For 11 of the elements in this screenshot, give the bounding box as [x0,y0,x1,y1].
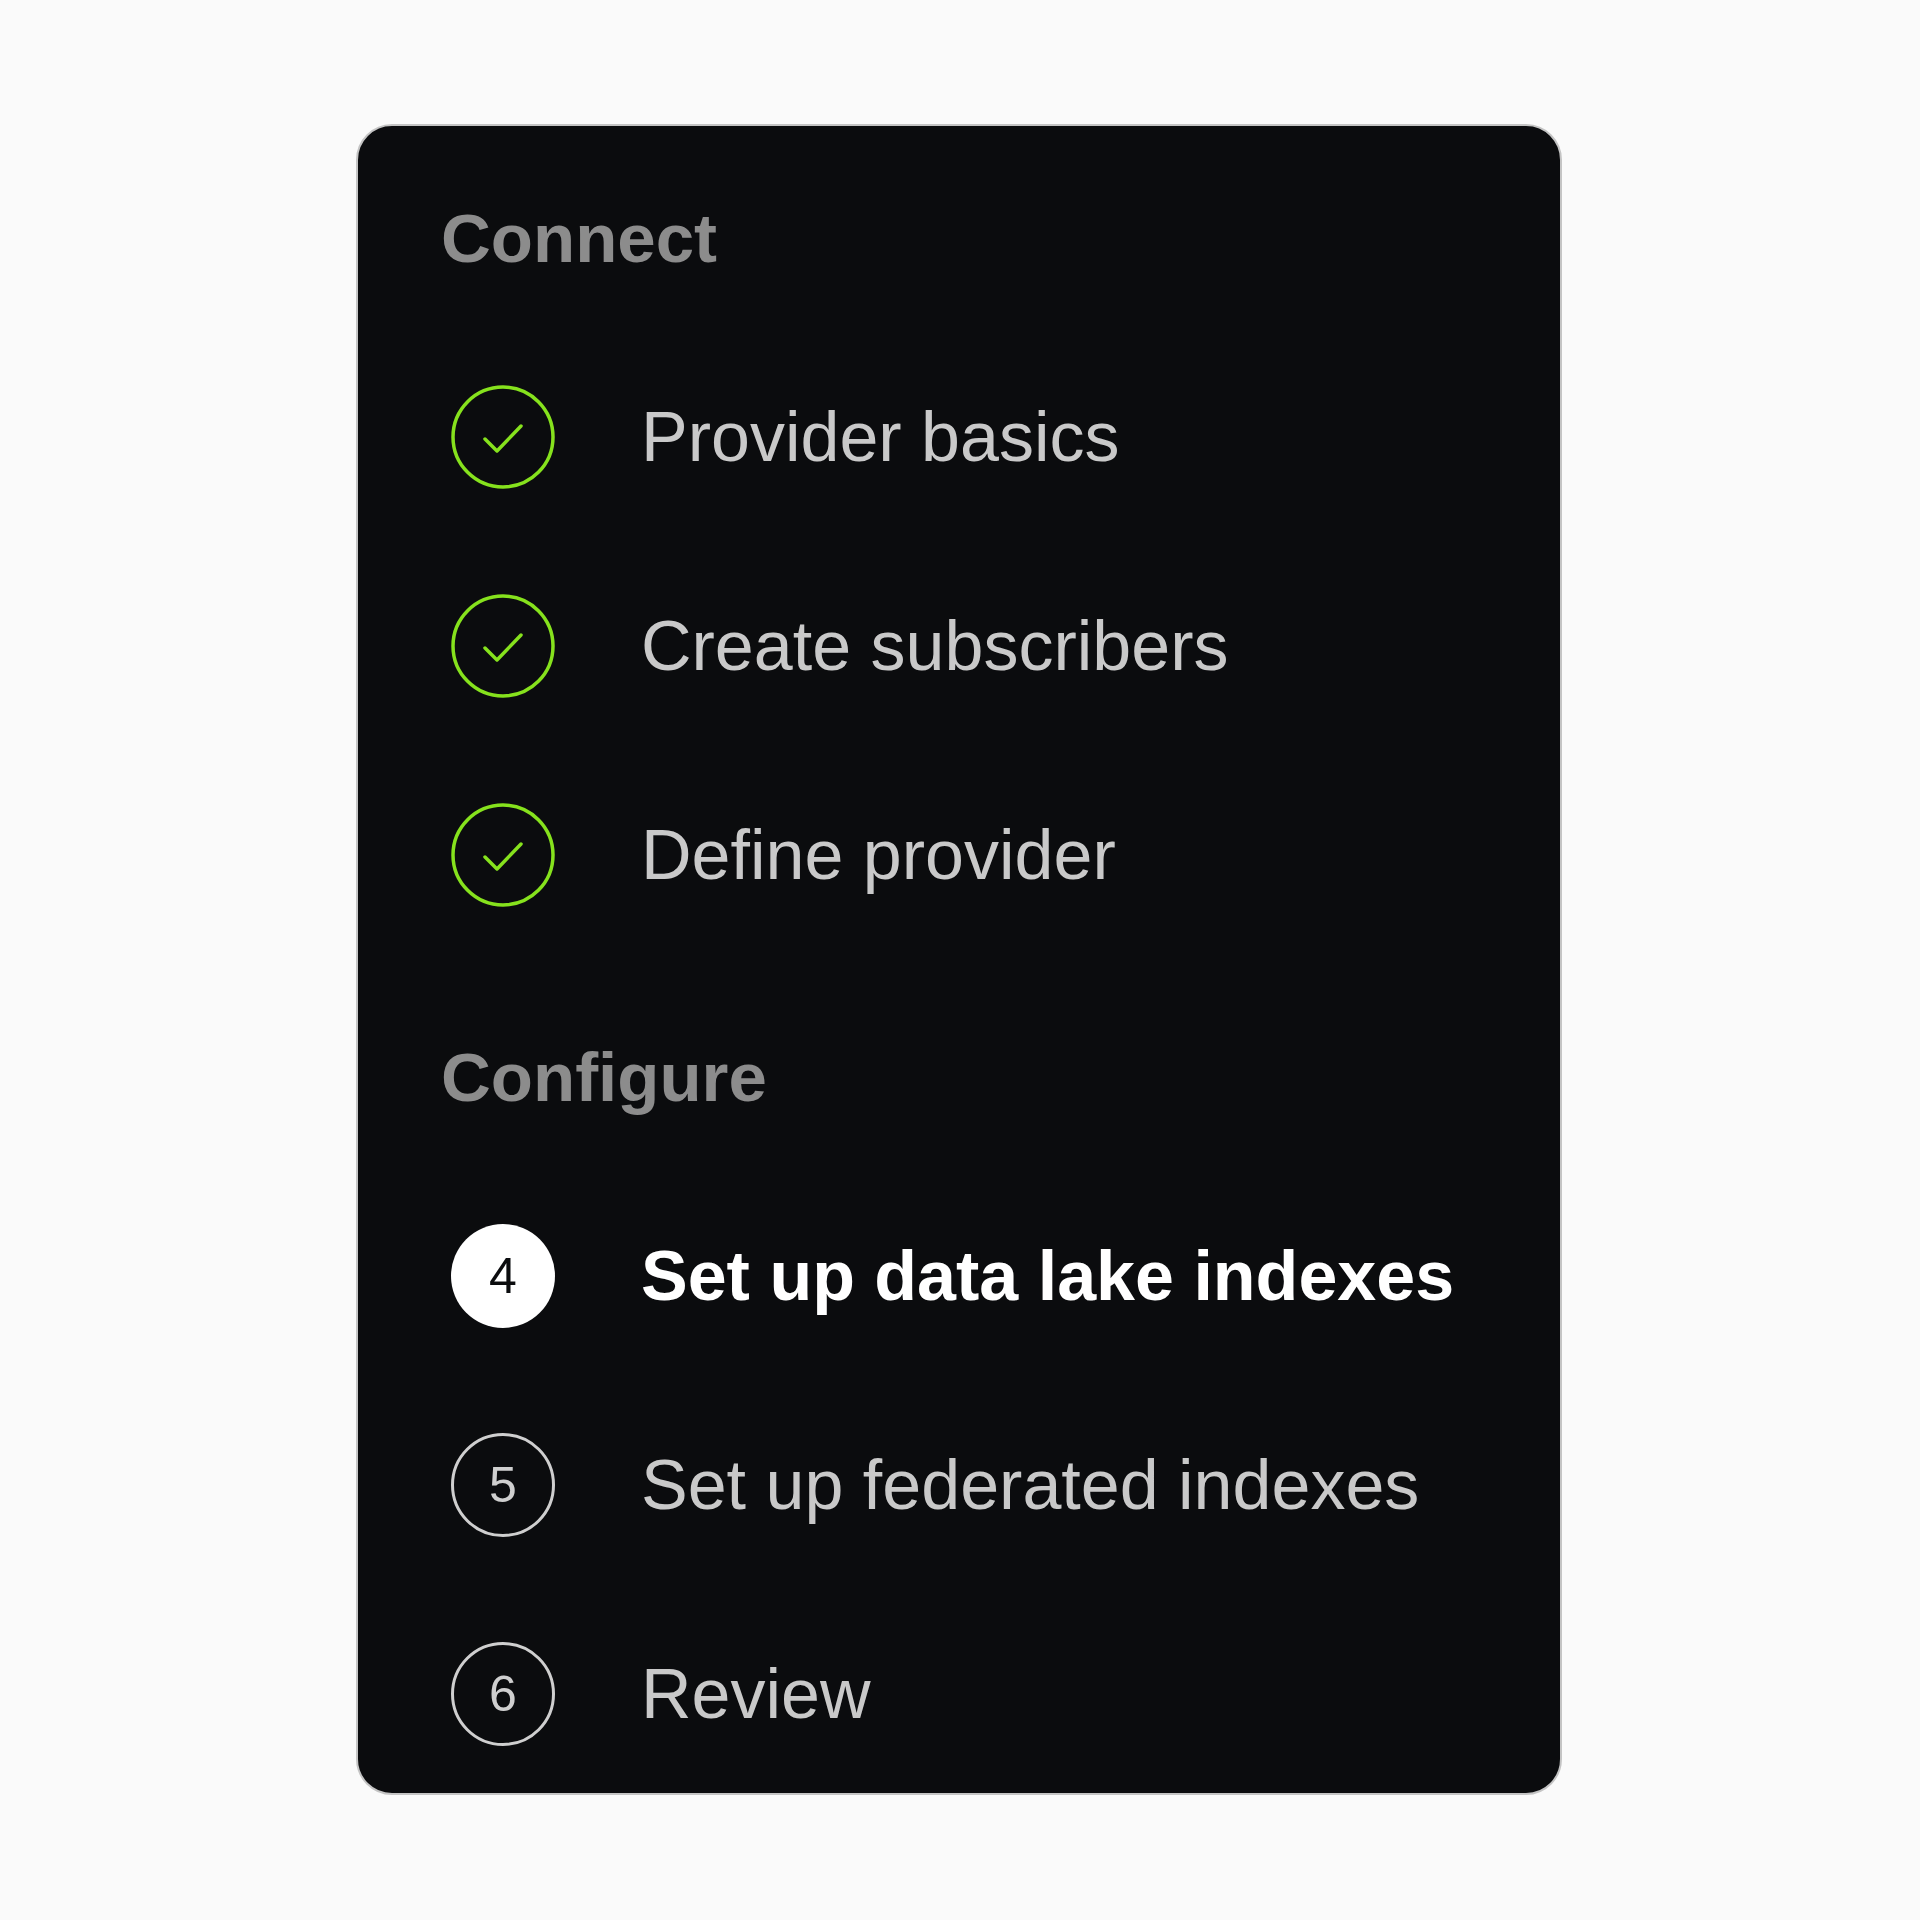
step-number: 5 [451,1433,555,1537]
step-label[interactable]: Set up federated indexes [641,1443,1420,1527]
step-label[interactable]: Review [641,1652,871,1736]
section-heading: Configure [441,1038,767,1118]
section-heading: Connect [441,199,717,279]
step-label[interactable]: Create subscribers [641,604,1229,688]
step-label[interactable]: Set up data lake indexes [641,1234,1455,1318]
step-label[interactable]: Provider basics [641,395,1120,479]
step-number: 4 [451,1224,555,1328]
step-label[interactable]: Define provider [641,813,1116,897]
step-number: 6 [451,1642,555,1746]
